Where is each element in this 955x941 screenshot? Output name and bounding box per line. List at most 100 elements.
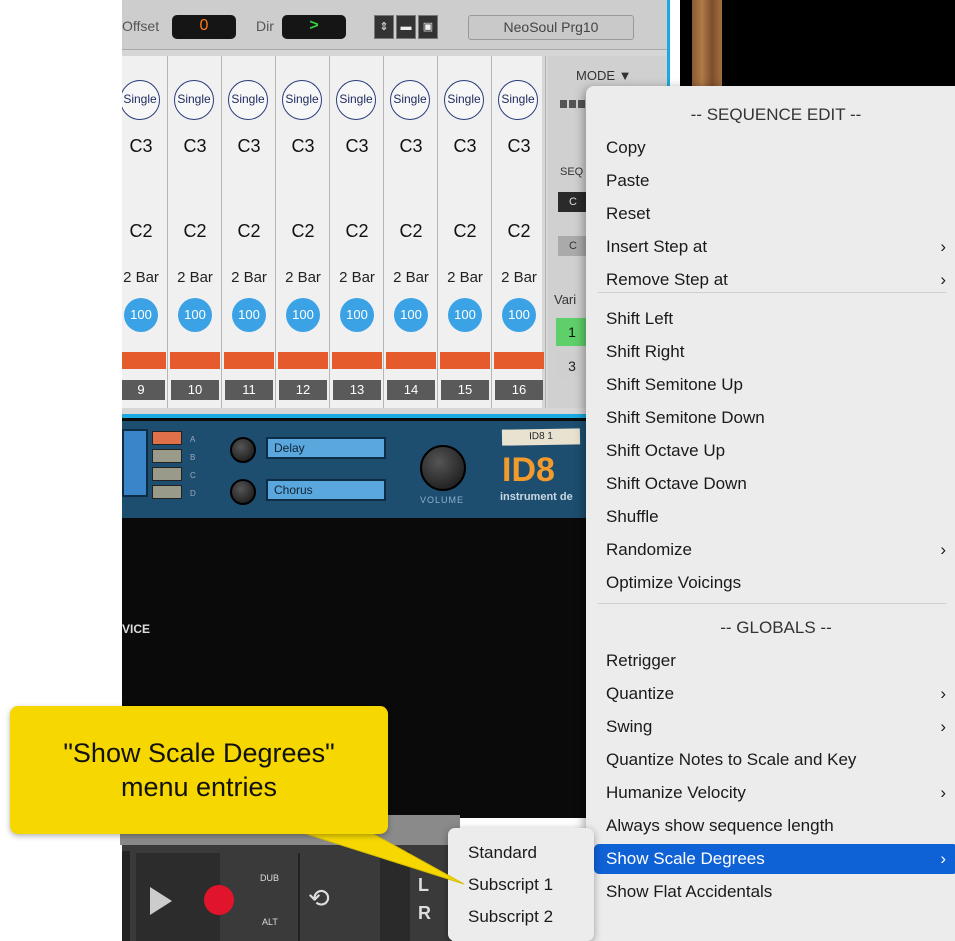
step-note-high[interactable]: C3: [122, 136, 168, 157]
variation-3-button[interactable]: 3: [556, 352, 588, 380]
menu-item-retrigger[interactable]: Retrigger: [594, 646, 955, 676]
step-note-low[interactable]: C2: [168, 221, 222, 242]
menu-item-swing[interactable]: Swing ›: [594, 712, 955, 742]
step-length[interactable]: 2 Bar: [276, 269, 330, 286]
step-velocity-knob[interactable]: 100: [286, 298, 320, 332]
step-length[interactable]: 2 Bar: [168, 269, 222, 286]
menu-item-quantize[interactable]: Quantize ›: [594, 679, 955, 709]
step-length[interactable]: 2 Bar: [222, 269, 276, 286]
submenu-item-standard[interactable]: Standard: [448, 837, 594, 869]
step-note-low[interactable]: C2: [384, 221, 438, 242]
menu-item-optimize-voicings[interactable]: Optimize Voicings: [594, 568, 955, 598]
step-gate-indicator[interactable]: [224, 352, 274, 369]
step-note-low[interactable]: C2: [222, 221, 276, 242]
submenu-item-subscript-2[interactable]: Subscript 2: [448, 901, 594, 933]
dub-label[interactable]: DUB: [260, 873, 279, 883]
alt-label[interactable]: ALT: [262, 917, 278, 927]
fx2-slot[interactable]: Chorus: [266, 479, 386, 501]
fx1-slot[interactable]: Delay: [266, 437, 386, 459]
step-note-low[interactable]: C2: [276, 221, 330, 242]
step-note-low[interactable]: C2: [330, 221, 384, 242]
step-gate-indicator[interactable]: [494, 352, 544, 369]
step-length[interactable]: 2 Bar: [384, 269, 438, 286]
step-note-high[interactable]: C3: [438, 136, 492, 157]
step-length[interactable]: 2 Bar: [122, 269, 168, 286]
record-icon[interactable]: [204, 885, 234, 915]
slot-d-button[interactable]: [152, 485, 182, 499]
step-note-high[interactable]: C3: [168, 136, 222, 157]
menu-item-shuffle[interactable]: Shuffle: [594, 502, 955, 532]
preset-up-down-icon[interactable]: ⇕: [374, 15, 394, 39]
menu-item-humanize-velocity[interactable]: Humanize Velocity ›: [594, 778, 955, 808]
menu-item-remove-step-at[interactable]: Remove Step at ›: [594, 265, 955, 295]
menu-item-show-flat-accidentals[interactable]: Show Flat Accidentals: [594, 877, 955, 907]
menu-item-insert-step-at[interactable]: Insert Step at ›: [594, 232, 955, 262]
step-note-low[interactable]: C2: [438, 221, 492, 242]
menu-item-always-show-sequence-length[interactable]: Always show sequence length: [594, 811, 955, 841]
step-velocity-knob[interactable]: 100: [124, 298, 158, 332]
step-gate-indicator[interactable]: [122, 352, 166, 369]
dir-display[interactable]: >: [282, 15, 346, 39]
step-note-high[interactable]: C3: [222, 136, 276, 157]
menu-item-randomize[interactable]: Randomize ›: [594, 535, 955, 565]
step-length[interactable]: 2 Bar: [330, 269, 384, 286]
step-mode-button[interactable]: Single: [498, 80, 538, 120]
loop-left-label[interactable]: L: [418, 875, 429, 896]
step-velocity-knob[interactable]: 100: [448, 298, 482, 332]
step-velocity-knob[interactable]: 100: [340, 298, 374, 332]
menu-item-quantize-notes-to-scale-and-key[interactable]: Quantize Notes to Scale and Key: [594, 745, 955, 775]
step-note-low[interactable]: C2: [492, 221, 546, 242]
step-gate-indicator[interactable]: [278, 352, 328, 369]
menu-item-paste[interactable]: Paste: [594, 166, 955, 196]
menu-item-shift-semitone-down[interactable]: Shift Semitone Down: [594, 403, 955, 433]
step-velocity-knob[interactable]: 100: [502, 298, 536, 332]
slot-a-button[interactable]: [152, 431, 182, 445]
step-note-low[interactable]: C2: [122, 221, 168, 242]
step-mode-button[interactable]: Single: [122, 80, 160, 120]
slot-b-button[interactable]: [152, 449, 182, 463]
step-note-high[interactable]: C3: [384, 136, 438, 157]
step-note-high[interactable]: C3: [276, 136, 330, 157]
offset-display[interactable]: 0: [172, 15, 236, 39]
seq-button-1[interactable]: C: [558, 192, 588, 212]
step-gate-indicator[interactable]: [440, 352, 490, 369]
folder-icon[interactable]: ▬: [396, 15, 416, 39]
menu-item-copy[interactable]: Copy: [594, 133, 955, 163]
volume-knob[interactable]: [420, 445, 466, 491]
menu-item-shift-left[interactable]: Shift Left: [594, 304, 955, 334]
step-gate-indicator[interactable]: [386, 352, 436, 369]
menu-item-shift-right[interactable]: Shift Right: [594, 337, 955, 367]
loop-icon[interactable]: ⟲: [308, 883, 330, 914]
step-mode-button[interactable]: Single: [336, 80, 376, 120]
menu-item-shift-semitone-up[interactable]: Shift Semitone Up: [594, 370, 955, 400]
step-mode-button[interactable]: Single: [444, 80, 484, 120]
step-length[interactable]: 2 Bar: [438, 269, 492, 286]
step-mode-button[interactable]: Single: [174, 80, 214, 120]
step-gate-indicator[interactable]: [332, 352, 382, 369]
fx2-knob[interactable]: [230, 479, 256, 505]
step-mode-button[interactable]: Single: [228, 80, 268, 120]
step-note-high[interactable]: C3: [330, 136, 384, 157]
step-velocity-knob[interactable]: 100: [394, 298, 428, 332]
menu-item-shift-octave-down[interactable]: Shift Octave Down: [594, 469, 955, 499]
variation-1-button[interactable]: 1: [556, 318, 588, 346]
menu-item-shift-octave-up[interactable]: Shift Octave Up: [594, 436, 955, 466]
step-mode-button[interactable]: Single: [282, 80, 322, 120]
step-velocity-knob[interactable]: 100: [178, 298, 212, 332]
step-gate-indicator[interactable]: [170, 352, 220, 369]
play-icon[interactable]: [150, 887, 172, 915]
slot-c-button[interactable]: [152, 467, 182, 481]
save-icon[interactable]: ▣: [418, 15, 438, 39]
step-length[interactable]: 2 Bar: [492, 269, 546, 286]
step-note-high[interactable]: C3: [492, 136, 546, 157]
menu-item-show-scale-degrees[interactable]: Show Scale Degrees ›: [594, 844, 955, 874]
fx1-knob[interactable]: [230, 437, 256, 463]
mode-label[interactable]: MODE ▼: [576, 68, 631, 83]
seq-button-2[interactable]: C: [558, 236, 588, 256]
step-mode-button[interactable]: Single: [390, 80, 430, 120]
menu-item-reset[interactable]: Reset: [594, 199, 955, 229]
loop-right-label[interactable]: R: [418, 903, 431, 924]
step-velocity-knob[interactable]: 100: [232, 298, 266, 332]
preset-name[interactable]: NeoSoul Prg10: [468, 15, 634, 40]
submenu-item-subscript-1[interactable]: Subscript 1: [448, 869, 594, 901]
